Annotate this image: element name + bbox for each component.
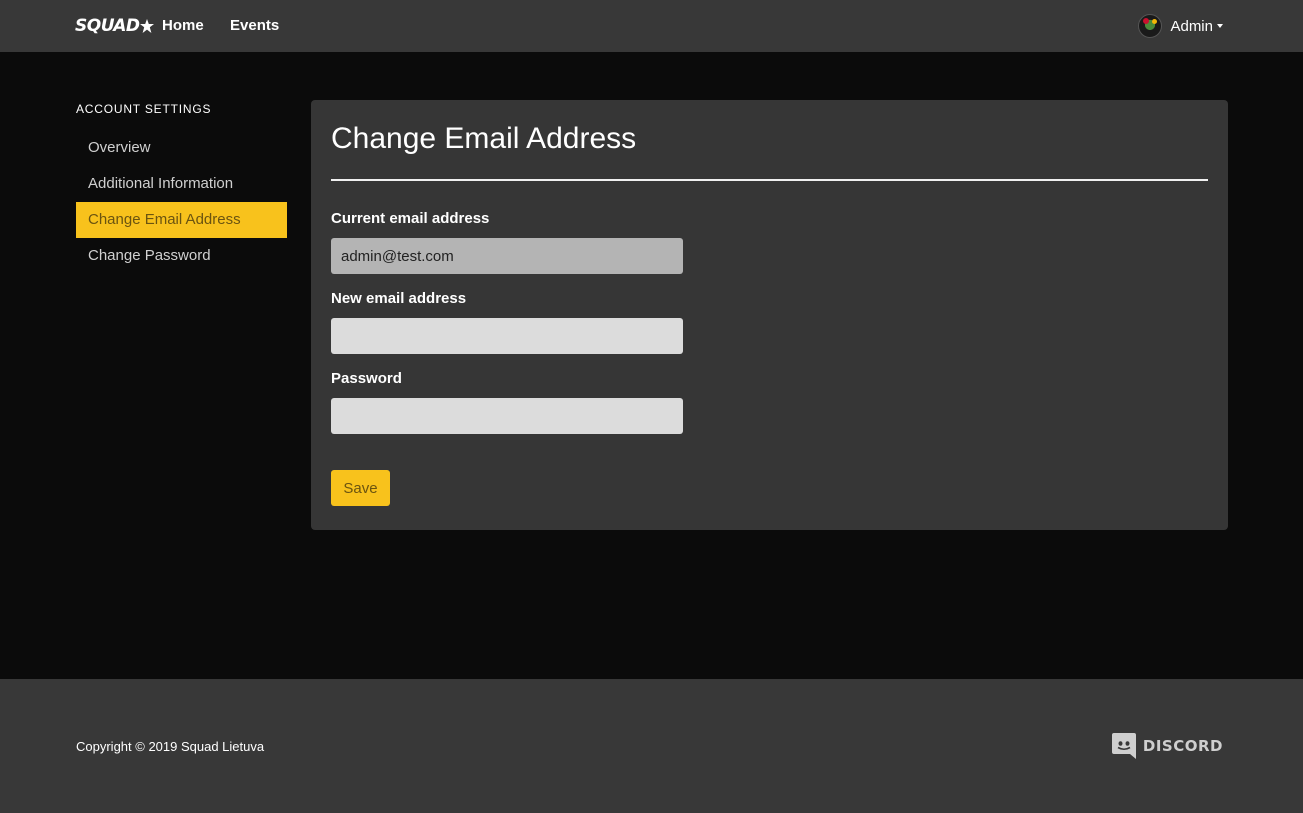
brand-text: SQUAD [75, 16, 140, 36]
sidebar-item-change-email[interactable]: Change Email Address [76, 202, 287, 238]
star-icon [139, 19, 154, 33]
discord-label: DISCORD [1142, 737, 1223, 755]
user-name: Admin [1170, 17, 1213, 35]
save-button[interactable]: Save [331, 470, 390, 506]
sidebar-heading: Account Settings [76, 102, 212, 116]
discord-icon [1111, 733, 1136, 759]
current-email-field [331, 238, 683, 274]
new-email-field[interactable] [331, 318, 683, 354]
brand-logo[interactable]: SQUAD [75, 12, 154, 40]
discord-link[interactable]: DISCORD [1111, 732, 1223, 760]
password-label: Password [331, 370, 402, 387]
copyright-text: Copyright © 2019 Squad Lietuva [76, 739, 265, 754]
nav-home-link[interactable]: Home [162, 17, 204, 34]
new-email-label: New email address [331, 290, 467, 307]
sidebar-item-change-password[interactable]: Change Password [76, 238, 287, 274]
footer: Copyright © 2019 Squad Lietuva DISCORD [0, 679, 1303, 813]
sidebar-item-additional-information[interactable]: Additional Information [76, 166, 287, 202]
avatar [1138, 14, 1163, 38]
page-title: Change Email Address [331, 122, 637, 155]
divider [331, 179, 1208, 181]
current-email-label: Current email address [331, 210, 490, 227]
sidebar-item-overview[interactable]: Overview [76, 130, 287, 166]
caret-down-icon [1217, 24, 1223, 28]
password-field[interactable] [331, 398, 683, 434]
navbar: SQUAD Home Events Admin [0, 0, 1303, 52]
nav-events-link[interactable]: Events [230, 17, 279, 34]
user-menu[interactable]: Admin [1138, 13, 1223, 39]
change-email-card: Change Email Address Current email addre… [311, 100, 1228, 530]
